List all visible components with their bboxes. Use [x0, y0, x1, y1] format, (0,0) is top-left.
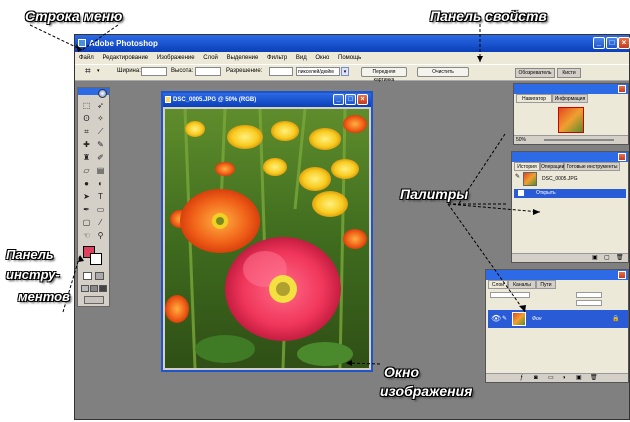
annotation-palettes: Палитры [400, 186, 469, 202]
annotation-menu-bar: Строка меню [25, 8, 123, 24]
annotation-arrows [29, 24, 541, 366]
annotation-image-window-line1: Окно [384, 364, 419, 380]
annotation-toolbox-line1: Панель [6, 247, 54, 262]
annotation-toolbox-line3: ментов [18, 289, 70, 304]
annotation-properties-panel: Панель свойств [430, 8, 547, 24]
annotation-toolbox-line2: инстру- [6, 267, 60, 282]
annotation-image-window-line2: изображения [380, 383, 473, 399]
